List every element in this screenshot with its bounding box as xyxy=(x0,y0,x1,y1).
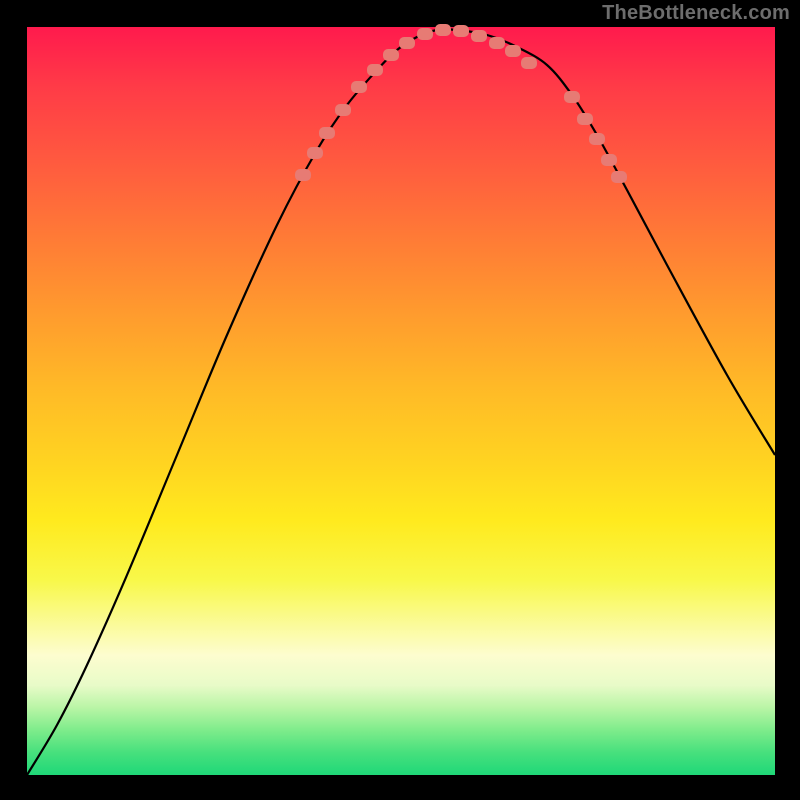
highlight-dot xyxy=(589,133,605,145)
highlight-dot xyxy=(295,169,311,181)
highlight-dot xyxy=(417,28,433,40)
highlight-dot xyxy=(367,64,383,76)
highlight-dot xyxy=(611,171,627,183)
chart-frame: TheBottleneck.com xyxy=(0,0,800,800)
watermark-text: TheBottleneck.com xyxy=(602,2,790,25)
bottleneck-curve-path xyxy=(27,29,775,775)
highlight-dot xyxy=(564,91,580,103)
highlight-dot xyxy=(521,57,537,69)
highlight-dot xyxy=(577,113,593,125)
highlight-dot xyxy=(351,81,367,93)
highlight-dot xyxy=(453,25,469,37)
highlight-dot xyxy=(399,37,415,49)
highlight-dot xyxy=(435,24,451,36)
highlight-dot xyxy=(471,30,487,42)
highlight-dot xyxy=(335,104,351,116)
highlight-dot xyxy=(505,45,521,57)
highlight-dot xyxy=(489,37,505,49)
chart-svg xyxy=(27,27,775,775)
highlight-dot xyxy=(319,127,335,139)
highlight-dot xyxy=(601,154,617,166)
highlight-dot xyxy=(307,147,323,159)
highlight-dot xyxy=(383,49,399,61)
